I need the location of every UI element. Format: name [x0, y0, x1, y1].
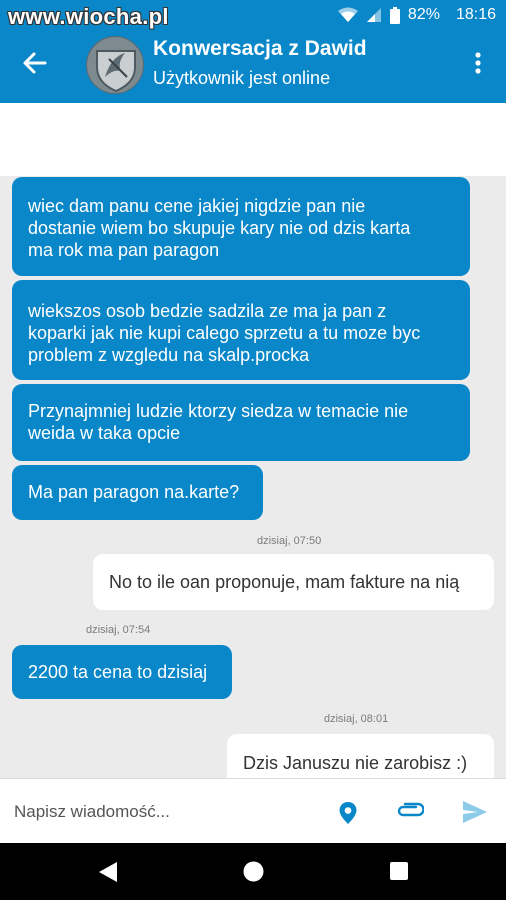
send-icon[interactable] — [462, 800, 488, 824]
message-incoming: wiekszos osob bedzie sadzila ze ma ja pa… — [12, 280, 470, 380]
circle-home-icon[interactable] — [243, 861, 264, 882]
message-incoming: Ma pan paragon na.karte? — [12, 465, 263, 520]
avatar[interactable] — [86, 36, 144, 94]
message-list[interactable]: wiec dam panu cene jakiej nigdzie pan ni… — [0, 176, 506, 778]
message-outgoing: Dzis Januszu nie zarobisz :) — [227, 734, 494, 778]
wifi-icon — [337, 7, 358, 22]
message-outgoing: No to ile oan proponuje, mam fakture na … — [93, 554, 494, 610]
clock: 18:16 — [455, 6, 496, 23]
blank-area — [0, 103, 506, 176]
battery-percent: 82% — [407, 6, 440, 23]
message-timestamp: dzisiaj, 07:50 — [257, 535, 322, 547]
arrow-left-icon[interactable] — [20, 49, 48, 77]
signal-icon — [366, 8, 381, 22]
paperclip-icon[interactable] — [396, 801, 424, 821]
watermark: www.wiocha.pl — [8, 4, 169, 29]
message-incoming: 2200 ta cena to dzisiaj — [12, 645, 232, 699]
battery-icon — [389, 6, 400, 24]
online-status: Użytkownik jest online — [153, 68, 331, 88]
composer: Napisz wiadomość... — [0, 778, 506, 843]
message-incoming: wiec dam panu cene jakiej nigdzie pan ni… — [12, 177, 470, 276]
location-pin-icon[interactable] — [338, 801, 358, 825]
message-input[interactable]: Napisz wiadomość... — [14, 802, 170, 822]
app-bar: Konwersacja z Dawid Użytkownik jest onli… — [0, 32, 506, 103]
more-vert-icon[interactable] — [470, 49, 486, 77]
square-recents-icon[interactable] — [390, 862, 408, 880]
status-icons: 82% 18:16 — [337, 6, 496, 24]
triangle-back-icon[interactable] — [97, 861, 119, 883]
message-timestamp: dzisiaj, 08:01 — [324, 713, 389, 725]
message-timestamp: dzisiaj, 07:54 — [86, 624, 151, 636]
system-navigation-bar — [0, 843, 506, 900]
conversation-title: Konwersacja z Dawid — [153, 37, 367, 60]
message-incoming: Przynajmniej ludzie ktorzy siedza w tema… — [12, 384, 470, 461]
status-bar: www.wiocha.pl 82% 18:16 — [0, 0, 506, 32]
